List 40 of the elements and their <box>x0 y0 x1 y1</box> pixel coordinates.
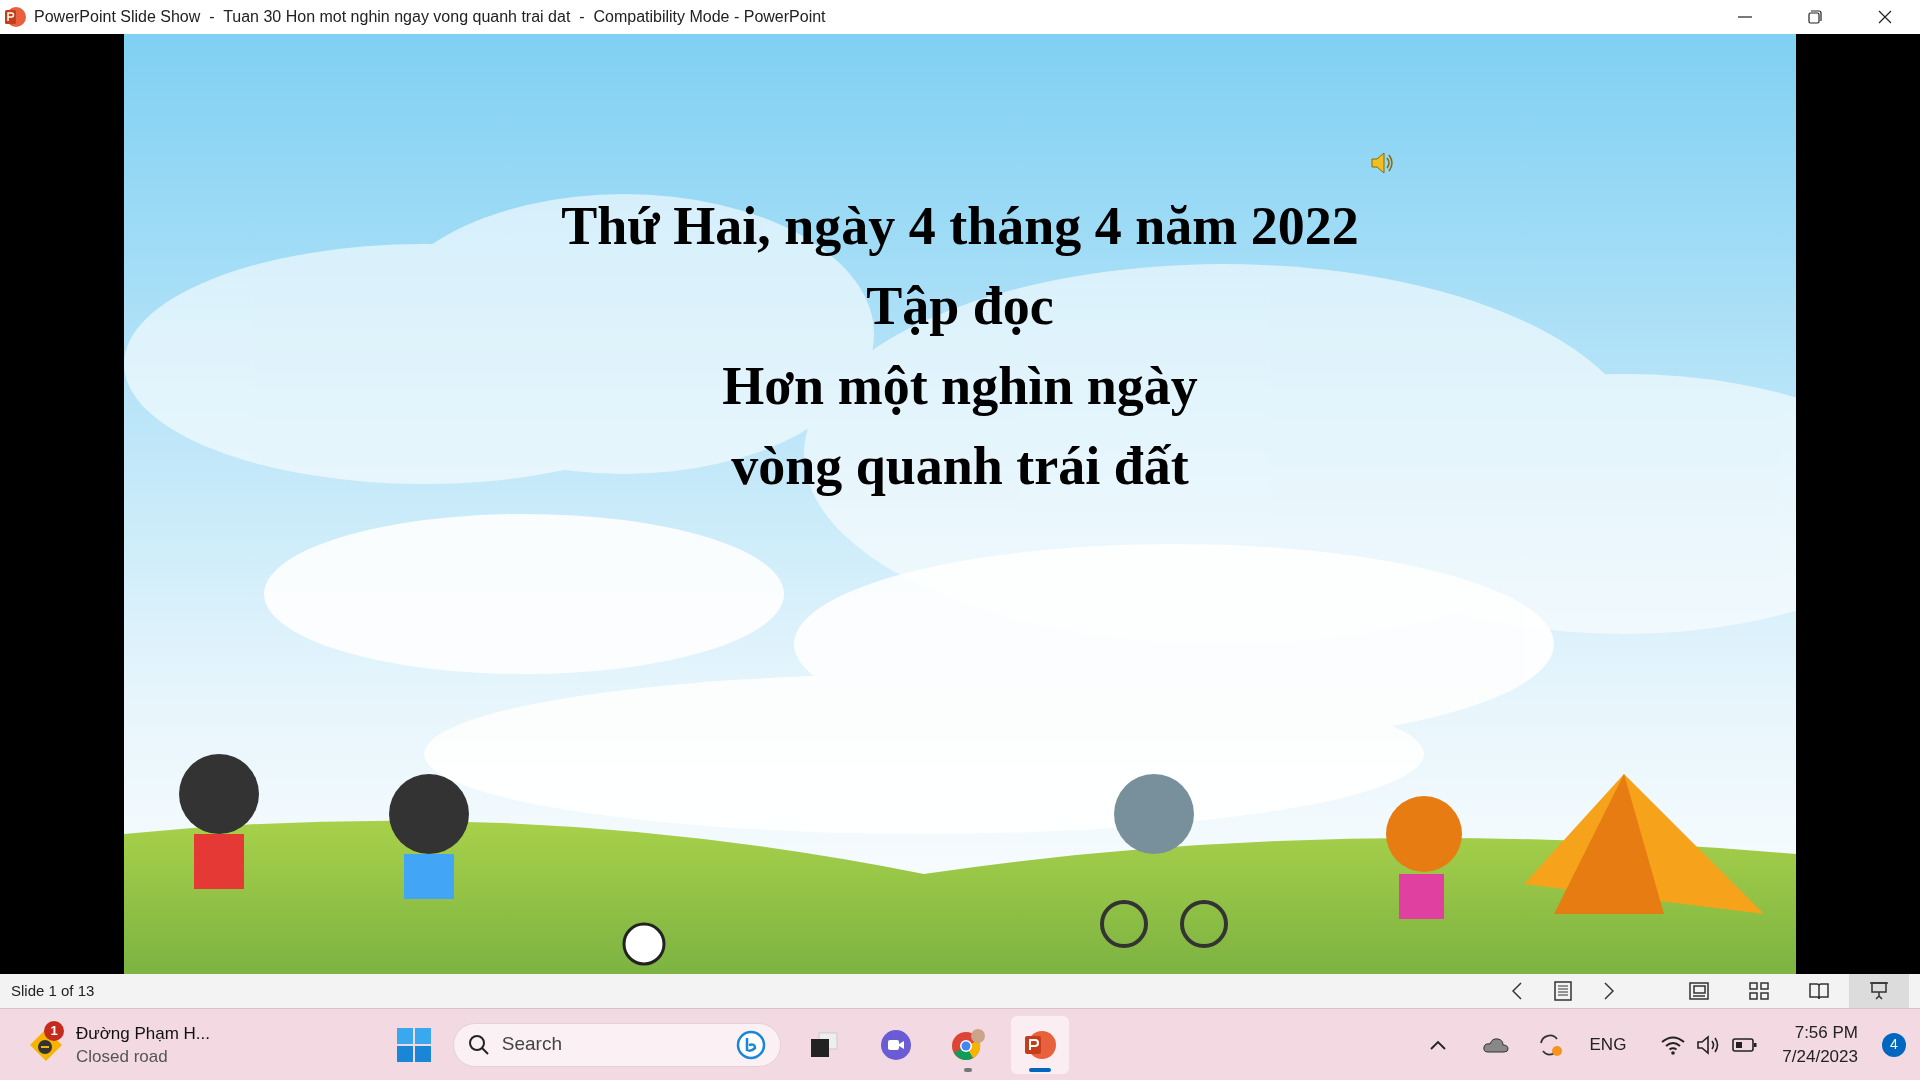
video-camera-icon <box>879 1028 912 1061</box>
slide-title-line: Hơn một nghìn ngày <box>722 355 1198 418</box>
widget-button[interactable]: 1 Đường Phạm H... Closed road <box>24 1017 215 1073</box>
notification-badge: 1 <box>44 1021 64 1041</box>
window-title: PowerPoint Slide Show - Tuan 30 Hon mot nghin ngay vong quanh trai dat - Compatibility Mode - PowerPoint <box>34 7 826 27</box>
search-field[interactable]: Search <box>501 1030 724 1059</box>
search-bar[interactable]: Search <box>452 1022 781 1067</box>
overlapping-windows-icon <box>808 1030 839 1059</box>
widget-title: Đường Phạm H... <box>76 1023 211 1045</box>
minimize-icon <box>1738 16 1752 18</box>
close-icon <box>1878 10 1892 24</box>
slide-title-line: vòng quanh trái đất <box>731 435 1189 498</box>
widget-subtitle: Closed road <box>76 1046 168 1068</box>
projector-screen-icon <box>1869 981 1889 1001</box>
slide-counter: Slide 1 of 13 <box>11 980 95 1001</box>
presentation-app-icon <box>4 6 26 28</box>
chevron-right-icon <box>1604 982 1614 1000</box>
search-icon <box>467 1033 490 1056</box>
view-button[interactable] <box>1849 974 1909 1008</box>
presentation-app-icon <box>1022 1029 1057 1060</box>
running-indicator <box>963 1067 972 1072</box>
battery-icon[interactable] <box>1732 1036 1759 1053</box>
running-indicator <box>1028 1067 1051 1072</box>
document-lines-icon <box>1554 981 1572 1001</box>
windows-logo-icon <box>396 1027 431 1062</box>
notification-count[interactable]: 4 <box>1882 1032 1906 1057</box>
clock-date: 7/24/2023 <box>1782 1045 1858 1068</box>
grid-view-icon <box>1749 982 1769 1000</box>
chat-logo-icon <box>735 1029 766 1060</box>
wifi-icon[interactable] <box>1660 1034 1687 1055</box>
chevron-left-icon <box>1512 982 1522 1000</box>
browser-icon <box>950 1027 985 1062</box>
clock[interactable]: 7:56 PM 7/24/2023 <box>1782 1020 1858 1069</box>
slide-title-line: Thứ Hai, ngày 4 tháng 4 năm 2022 <box>561 195 1359 258</box>
book-icon <box>1809 982 1829 1000</box>
slide-title-line: Tập đọc <box>866 275 1054 338</box>
normal-view-icon <box>1689 982 1709 1000</box>
language-indicator[interactable]: ENG <box>1589 1031 1627 1058</box>
restore-icon <box>1808 10 1822 24</box>
clock-time: 7:56 PM <box>1794 1021 1858 1044</box>
